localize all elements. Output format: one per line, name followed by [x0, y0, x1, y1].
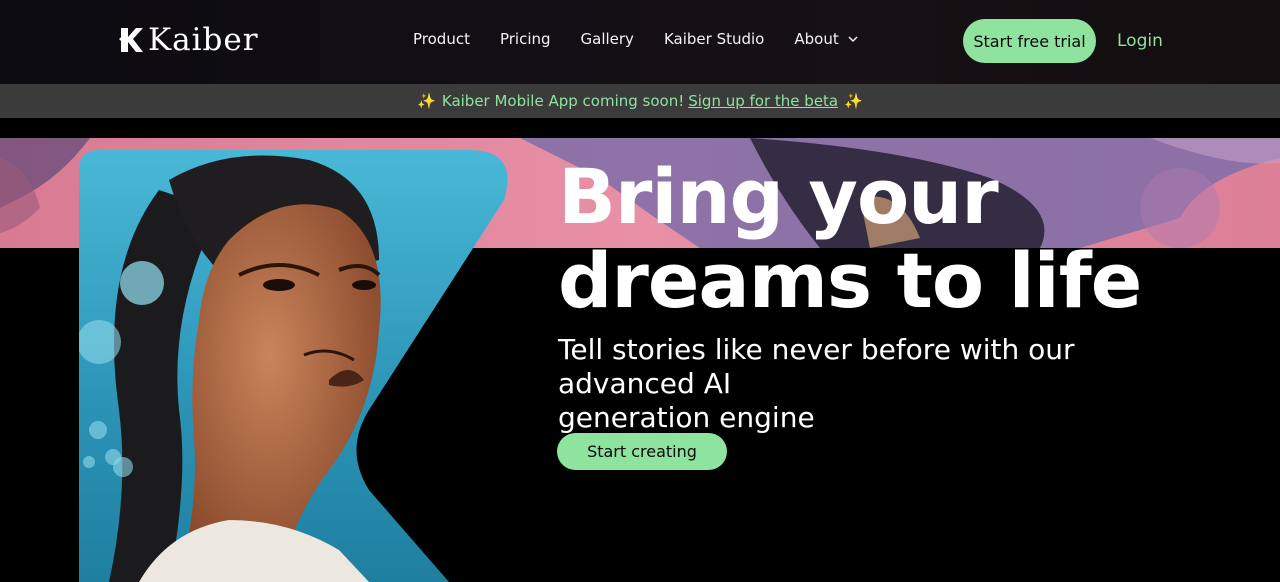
nav-link-about[interactable]: About — [794, 30, 858, 48]
beta-signup-link[interactable]: Sign up for the beta — [688, 92, 838, 110]
nav-links: Product Pricing Gallery Kaiber Studio Ab… — [413, 30, 889, 48]
nav-link-about-label: About — [794, 30, 839, 48]
logo[interactable]: Kaiber — [118, 24, 259, 56]
hero-portrait-image — [79, 150, 519, 582]
chevron-down-icon — [848, 36, 858, 43]
top-nav: Kaiber Product Pricing Gallery Kaiber St… — [0, 0, 1280, 84]
kaiber-k-icon — [119, 28, 143, 52]
sparkle-icon: ✨ — [417, 92, 436, 110]
hero-subtitle-line1: Tell stories like never before with our … — [558, 333, 1075, 400]
nav-link-kaiber-studio[interactable]: Kaiber Studio — [664, 30, 764, 48]
nav-link-product[interactable]: Product — [413, 30, 470, 48]
announcement-banner: ✨ Kaiber Mobile App coming soon! Sign up… — [0, 84, 1280, 118]
login-link[interactable]: Login — [1117, 31, 1163, 51]
banner-text: Kaiber Mobile App coming soon! — [441, 92, 685, 110]
hero-headline-line1: Bring your — [558, 152, 999, 241]
hero-headline-line2: dreams to life — [558, 236, 1142, 325]
banner-gap — [0, 118, 1280, 138]
start-free-trial-button[interactable]: Start free trial — [963, 19, 1096, 63]
sparkle-icon: ✨ — [844, 92, 863, 110]
nav-link-pricing[interactable]: Pricing — [500, 30, 551, 48]
hero-subtitle: Tell stories like never before with our … — [558, 333, 1218, 435]
logo-text: Kaiber — [148, 21, 259, 58]
nav-link-gallery[interactable]: Gallery — [581, 30, 634, 48]
hero-headline: Bring your dreams to life — [558, 155, 1258, 323]
hero-subtitle-line2: generation engine — [558, 401, 815, 434]
start-creating-button[interactable]: Start creating — [557, 433, 727, 470]
